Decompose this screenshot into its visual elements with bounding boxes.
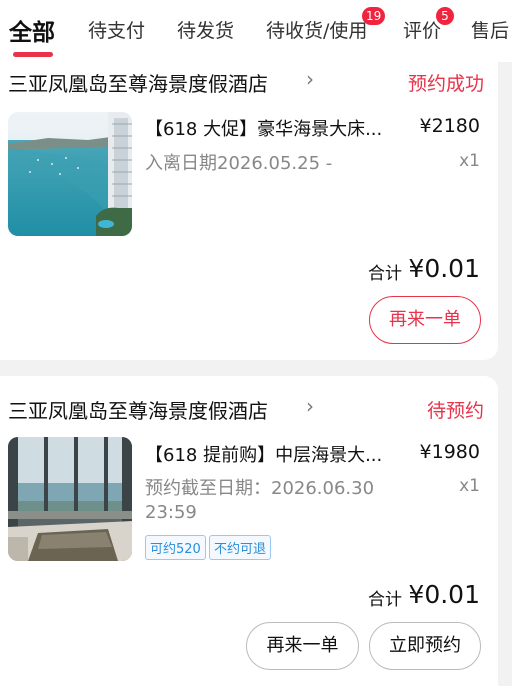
- order-card[interactable]: 三亚凤凰岛至尊海景度假酒店 › 待预约 【618 提前购】中层海景大... ¥1…: [0, 376, 498, 686]
- order-status: 待预约: [426, 400, 484, 422]
- chevron-right-icon[interactable]: ›: [306, 67, 314, 91]
- tab-review[interactable]: 评价: [403, 16, 441, 43]
- refundable-tag: 不约可退: [209, 535, 272, 560]
- book-now-button[interactable]: 立即预约: [369, 622, 481, 670]
- total-label: 合计: [368, 264, 402, 284]
- tab-pending-receipt[interactable]: 待收货/使用: [266, 16, 367, 43]
- total-label: 合计: [368, 590, 402, 610]
- sea-view-image: [8, 112, 132, 236]
- tab-pending-shipment[interactable]: 待发货: [177, 16, 234, 43]
- total-amount: ¥0.01: [408, 580, 480, 609]
- quantity: x1: [459, 476, 480, 496]
- order-tabs: 全部 待支付 待发货 待收货/使用 19 评价 5 售后: [0, 0, 512, 62]
- quantity: x1: [459, 151, 480, 171]
- order-status: 预约成功: [407, 73, 484, 95]
- pending-receipt-count-badge: 19: [362, 7, 386, 25]
- bookable-tag: 可约520: [145, 535, 206, 560]
- stay-dates: 入离日期2026.05.25 -: [145, 153, 333, 174]
- tab-pending-payment[interactable]: 待支付: [88, 16, 145, 43]
- product-thumbnail[interactable]: [8, 112, 132, 236]
- product-thumbnail[interactable]: [8, 437, 132, 561]
- reorder-button[interactable]: 再来一单: [246, 622, 359, 670]
- active-tab-indicator: [13, 52, 53, 57]
- review-count-badge: 5: [436, 7, 454, 25]
- booking-deadline: 预约截至日期：2026.06.30: [145, 478, 375, 499]
- store-name[interactable]: 三亚凤凰岛至尊海景度假酒店: [8, 395, 268, 424]
- order-card[interactable]: 三亚凤凰岛至尊海景度假酒店 › 预约成功 【618 大促】豪华海景大床... ¥…: [0, 62, 498, 360]
- tab-after-sales[interactable]: 售后: [471, 16, 509, 43]
- product-title[interactable]: 【618 大促】豪华海景大床...: [145, 115, 395, 141]
- room-view-image: [8, 437, 132, 561]
- booking-deadline-time: 23:59: [145, 502, 197, 523]
- product-title[interactable]: 【618 提前购】中层海景大...: [145, 441, 395, 467]
- chevron-right-icon[interactable]: ›: [306, 394, 314, 418]
- reorder-button[interactable]: 再来一单: [369, 296, 481, 344]
- product-price: ¥1980: [419, 441, 480, 463]
- total-amount: ¥0.01: [408, 254, 480, 283]
- store-name[interactable]: 三亚凤凰岛至尊海景度假酒店: [8, 68, 268, 97]
- product-price: ¥2180: [419, 115, 480, 137]
- tab-all[interactable]: 全部: [9, 13, 55, 47]
